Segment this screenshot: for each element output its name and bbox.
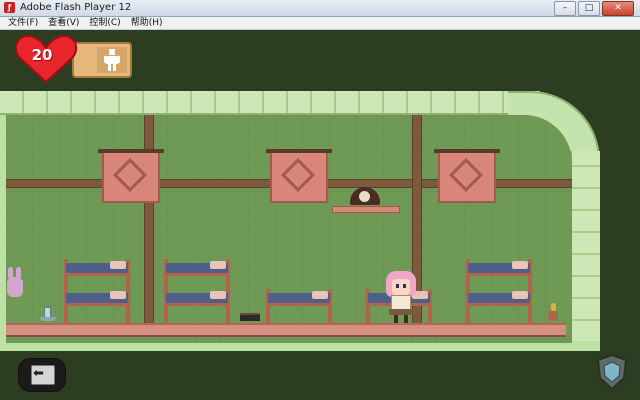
minimize-button[interactable]: – — [554, 1, 576, 16]
flash-icon: ƒ — [4, 2, 15, 13]
player-character[interactable] — [384, 271, 418, 323]
floor-rug — [6, 323, 566, 337]
window-titlebar[interactable]: ƒ Adobe Flash Player 12 – □ ✕ — [0, 0, 640, 17]
potted-plant[interactable] — [546, 303, 560, 321]
tapestry — [434, 149, 500, 203]
stone-wall-right — [570, 151, 600, 341]
clock-face — [359, 191, 370, 202]
bunk-bed[interactable] — [64, 259, 130, 323]
bunk-bed[interactable] — [164, 259, 230, 323]
window-title: Adobe Flash Player 12 — [20, 2, 132, 13]
back-button[interactable]: ⬅ — [18, 358, 66, 392]
tapestry — [266, 149, 332, 203]
menubar: 文件(F) 查看(V) 控制(C) 帮助(H) — [0, 17, 640, 30]
tapestry — [98, 149, 164, 203]
maximize-button[interactable]: □ — [578, 1, 600, 16]
single-bed[interactable] — [266, 289, 332, 323]
menu-control[interactable]: 控制(C) — [89, 17, 120, 29]
plush-rabbit[interactable] — [6, 267, 24, 297]
menu-file[interactable]: 文件(F) — [8, 17, 38, 29]
stone-wall-top — [0, 91, 540, 115]
window-controls: – □ ✕ — [554, 1, 634, 16]
health-value: 20 — [31, 46, 53, 64]
person-icon — [104, 49, 120, 71]
book[interactable] — [240, 313, 260, 321]
dormitory-room — [0, 91, 600, 381]
close-button[interactable]: ✕ — [602, 1, 634, 16]
wall-shelf — [332, 206, 400, 213]
companion-slot — [97, 47, 127, 73]
menu-view[interactable]: 查看(V) — [48, 17, 79, 29]
bunk-bed[interactable] — [466, 259, 532, 323]
shield-icon[interactable] — [592, 352, 632, 392]
wooden-post — [144, 115, 154, 335]
game-stage[interactable] — [0, 31, 640, 400]
bowl — [40, 317, 56, 321]
menu-help[interactable]: 帮助(H) — [131, 17, 163, 29]
back-arrow-icon: ⬅ — [33, 366, 44, 381]
companion-card[interactable] — [72, 42, 132, 78]
